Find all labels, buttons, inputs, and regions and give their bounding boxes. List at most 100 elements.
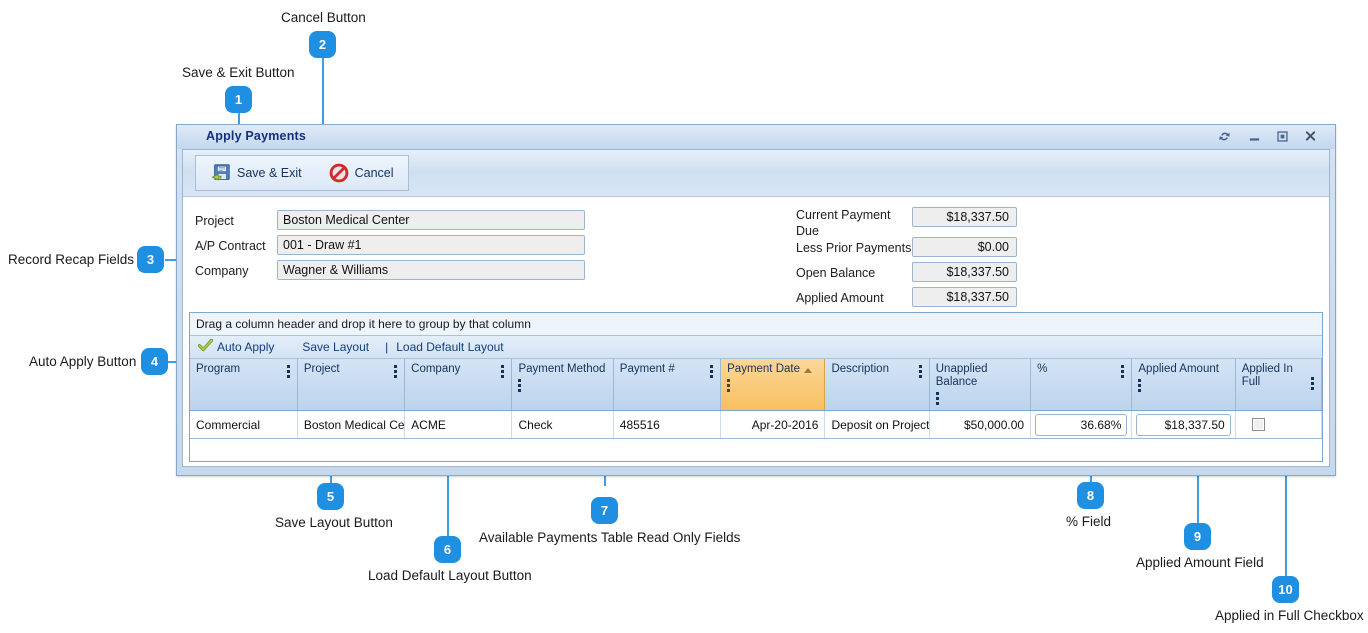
maximize-icon[interactable] xyxy=(1273,128,1291,145)
cell-percent[interactable]: 36.68% xyxy=(1030,410,1133,440)
column-menu-icon[interactable] xyxy=(501,363,505,380)
close-icon[interactable] xyxy=(1301,128,1319,145)
applied-amount-label: Applied Amount xyxy=(796,291,884,305)
save-disk-icon xyxy=(210,162,232,184)
cell-payment-number: 485516 xyxy=(613,410,722,440)
toolbar-separator: | xyxy=(385,340,389,354)
column-header-percent[interactable]: % xyxy=(1030,359,1133,412)
column-menu-icon[interactable] xyxy=(518,376,522,394)
annotation-label-6: Load Default Layout Button xyxy=(368,568,532,583)
annotation-label-4: Auto Apply Button xyxy=(29,354,137,369)
cell-unapplied-balance: $50,000.00 xyxy=(929,410,1032,440)
current-payment-due-label: Current Payment Due xyxy=(796,208,914,239)
cell-applied-amount[interactable]: $18,337.50 xyxy=(1131,410,1236,440)
less-prior-payments-field: $0.00 xyxy=(912,237,1017,257)
cell-payment-method: Check xyxy=(511,410,614,440)
annotation-label-1: Save & Exit Button xyxy=(182,65,295,80)
column-menu-icon[interactable] xyxy=(727,376,731,394)
applied-in-full-checkbox[interactable] xyxy=(1251,418,1265,432)
column-menu-icon[interactable] xyxy=(918,363,923,380)
cell-company: ACME xyxy=(404,410,513,440)
column-label-project: Project xyxy=(303,363,340,375)
applied-amount-input[interactable]: $18,337.50 xyxy=(1136,413,1231,436)
percent-input[interactable]: 36.68% xyxy=(1035,413,1128,436)
less-prior-payments-label: Less Prior Payments xyxy=(796,241,912,255)
annotation-badge-4: 4 xyxy=(141,348,168,375)
column-label-payment-date: Payment Date xyxy=(727,363,800,375)
cell-project: Boston Medical Ce xyxy=(297,410,406,440)
minimize-icon[interactable] xyxy=(1245,128,1263,145)
column-menu-icon[interactable] xyxy=(1138,376,1142,394)
annotation-badge-1: 1 xyxy=(225,86,252,113)
project-label: Project xyxy=(195,214,234,228)
grid-toolbar: Auto Apply Save Layout | Load Default La… xyxy=(190,336,1322,359)
annotation-badge-2: 2 xyxy=(309,31,336,58)
cancel-button[interactable]: Cancel xyxy=(322,160,400,186)
column-header-program[interactable]: Program xyxy=(190,359,298,412)
refresh-icon[interactable] xyxy=(1215,128,1233,145)
annotation-badge-3: 3 xyxy=(137,246,164,273)
column-menu-icon[interactable] xyxy=(935,389,940,407)
column-menu-icon[interactable] xyxy=(1121,363,1125,380)
annotation-badge-7: 7 xyxy=(591,497,618,524)
annotation-label-7: Available Payments Table Read Only Field… xyxy=(479,530,741,545)
annotation-badge-5: 5 xyxy=(317,483,344,510)
ap-contract-field[interactable]: 001 - Draw #1 xyxy=(277,235,585,255)
column-label-payment-method: Payment Method xyxy=(518,363,606,375)
annotation-badge-6: 6 xyxy=(434,536,461,563)
annotation-label-9: Applied Amount Field xyxy=(1136,555,1264,570)
annotation-badge-9: 9 xyxy=(1184,523,1211,550)
annotation-label-10: Applied in Full Checkbox xyxy=(1215,608,1364,623)
column-menu-icon[interactable] xyxy=(1311,363,1315,392)
column-menu-icon[interactable] xyxy=(710,363,714,380)
cancel-label: Cancel xyxy=(354,166,394,180)
group-by-drop-area[interactable]: Drag a column header and drop it here to… xyxy=(190,313,1322,336)
window-client-area: Save & Exit Cancel Project A/P Contract … xyxy=(182,149,1330,467)
open-balance-label: Open Balance xyxy=(796,266,876,280)
column-label-applied-in-full: Applied In Full xyxy=(1241,363,1293,389)
column-header-applied-amount[interactable]: Applied Amount xyxy=(1131,359,1236,412)
save-layout-button[interactable]: Save Layout xyxy=(302,340,369,354)
save-and-exit-button[interactable]: Save & Exit xyxy=(204,160,308,186)
project-field[interactable]: Boston Medical Center xyxy=(277,210,585,230)
column-header-project[interactable]: Project xyxy=(297,359,406,412)
load-default-layout-button[interactable]: Load Default Layout xyxy=(396,340,503,354)
column-header-payment-date[interactable]: Payment Date xyxy=(720,359,826,412)
cell-applied-in-full[interactable] xyxy=(1235,410,1323,440)
cell-payment-date: Apr-20-2016 xyxy=(720,410,826,440)
annotation-badge-8: 8 xyxy=(1077,482,1104,509)
column-label-company: Company xyxy=(411,363,461,375)
auto-apply-button[interactable]: Auto Apply xyxy=(197,338,274,355)
company-field[interactable]: Wagner & Williams xyxy=(277,260,585,280)
column-label-applied-amount: Applied Amount xyxy=(1138,363,1219,375)
main-toolbar: Save & Exit Cancel xyxy=(183,150,1329,197)
column-header-description[interactable]: Description xyxy=(824,359,930,412)
current-payment-due-field: $18,337.50 xyxy=(912,207,1017,227)
column-header-company[interactable]: Company xyxy=(404,359,513,412)
toolbar-button-group: Save & Exit Cancel xyxy=(195,155,409,191)
cancel-prohibited-icon xyxy=(328,162,350,184)
save-and-exit-label: Save & Exit xyxy=(237,166,302,180)
annotation-badge-10: 10 xyxy=(1272,576,1299,603)
table-row[interactable]: Commercial Boston Medical Ce ACME Check … xyxy=(190,410,1323,440)
table-header-row: Program Project Company Payment Method P… xyxy=(190,359,1323,412)
cell-description: Deposit on Project xyxy=(824,410,930,440)
applied-amount-field: $18,337.50 xyxy=(912,287,1017,307)
check-mark-icon xyxy=(197,338,214,355)
window-title-bar: Apply Payments xyxy=(177,125,1335,149)
column-header-payment-method[interactable]: Payment Method xyxy=(511,359,614,412)
record-recap-fields: Project A/P Contract Company Boston Medi… xyxy=(183,197,1329,307)
column-header-applied-in-full[interactable]: Applied In Full xyxy=(1235,359,1323,412)
annotation-label-2: Cancel Button xyxy=(281,10,366,25)
sort-ascending-icon xyxy=(804,368,812,374)
column-header-payment-number[interactable]: Payment # xyxy=(613,359,722,412)
column-label-description: Description xyxy=(831,363,889,375)
group-by-hint-text: Drag a column header and drop it here to… xyxy=(196,317,531,331)
annotation-label-3: Record Recap Fields xyxy=(8,252,135,267)
column-header-unapplied-balance[interactable]: Unapplied Balance xyxy=(929,359,1032,412)
ap-contract-label: A/P Contract xyxy=(195,239,266,253)
column-menu-icon[interactable] xyxy=(286,363,291,380)
column-menu-icon[interactable] xyxy=(394,363,398,380)
available-payments-grid: Drag a column header and drop it here to… xyxy=(189,312,1323,462)
open-balance-field: $18,337.50 xyxy=(912,262,1017,282)
